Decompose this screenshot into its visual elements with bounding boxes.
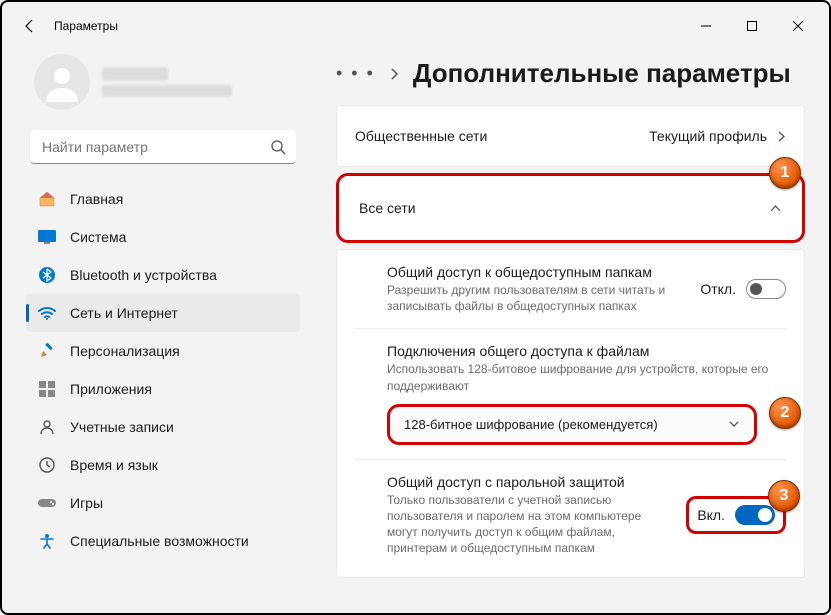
- user-email-blur: [102, 85, 232, 97]
- setting-title: Общий доступ к общедоступным папкам: [387, 264, 684, 280]
- back-button[interactable]: [10, 6, 50, 46]
- user-name-blur: [102, 67, 168, 81]
- sidebar-item-time[interactable]: Время и язык: [26, 446, 300, 484]
- sidebar-item-label: Главная: [70, 191, 123, 207]
- annotation-bubble-2: 2: [769, 397, 801, 429]
- chevron-up-icon: [769, 204, 782, 213]
- chevron-right-icon: [777, 130, 786, 143]
- annotation-bubble-1: 1: [769, 157, 801, 189]
- card-all-networks-body: Общий доступ к общедоступным папкам Разр…: [336, 249, 805, 578]
- titlebar: Параметры: [2, 2, 829, 50]
- network-icon: [38, 304, 56, 322]
- breadcrumb-overflow[interactable]: • • •: [336, 63, 375, 84]
- sidebar-item-gaming[interactable]: Игры: [26, 484, 300, 522]
- setting-file-sharing-encryption: Подключения общего доступа к файлам Испо…: [337, 329, 804, 458]
- search-box: [30, 130, 296, 164]
- system-icon: [38, 228, 56, 246]
- card-label: Все сети: [359, 200, 416, 216]
- sidebar-item-system[interactable]: Система: [26, 218, 300, 256]
- accounts-icon: [38, 418, 56, 436]
- setting-desc: Использовать 128-битовое шифрование для …: [387, 361, 786, 393]
- breadcrumb: • • • Дополнительные параметры: [336, 58, 805, 89]
- sidebar-item-label: Специальные возможности: [70, 533, 249, 549]
- bluetooth-icon: [38, 266, 56, 284]
- sidebar-nav: Главная Система Bluetooth и устройства С…: [26, 180, 300, 560]
- search-icon: [270, 139, 286, 155]
- sidebar-item-label: Игры: [70, 495, 103, 511]
- sidebar-item-label: Учетные записи: [70, 419, 174, 435]
- sidebar-item-bluetooth[interactable]: Bluetooth и устройства: [26, 256, 300, 294]
- sidebar-item-personalization[interactable]: Персонализация: [26, 332, 300, 370]
- accessibility-icon: [38, 532, 56, 550]
- sidebar-item-label: Сеть и Интернет: [70, 305, 178, 321]
- card-all-networks[interactable]: Все сети: [336, 173, 805, 243]
- chevron-right-icon: [389, 67, 399, 81]
- sidebar-item-label: Приложения: [70, 381, 152, 397]
- personalization-icon: [38, 342, 56, 360]
- minimize-button[interactable]: [683, 10, 729, 42]
- dropdown-selected: 128-битное шифрование (рекомендуется): [404, 417, 658, 432]
- gaming-icon: [38, 494, 56, 512]
- chevron-down-icon: [728, 420, 740, 428]
- sidebar-item-label: Bluetooth и устройства: [70, 267, 217, 283]
- home-icon: [38, 190, 56, 208]
- sidebar-item-label: Система: [70, 229, 126, 245]
- dropdown-encryption[interactable]: 128-битное шифрование (рекомендуется): [387, 404, 757, 445]
- setting-public-folder-sharing: Общий доступ к общедоступным папкам Разр…: [337, 250, 804, 328]
- time-icon: [38, 456, 56, 474]
- avatar: [34, 54, 90, 110]
- card-right-label: Текущий профиль: [649, 128, 767, 144]
- annotation-bubble-3: 3: [768, 480, 800, 512]
- toggle-password-protected-sharing[interactable]: [735, 505, 775, 525]
- apps-icon: [38, 380, 56, 398]
- main-content: • • • Дополнительные параметры Обществен…: [312, 50, 829, 613]
- sidebar: Главная Система Bluetooth и устройства С…: [2, 50, 312, 613]
- maximize-button[interactable]: [729, 10, 775, 42]
- setting-desc: Только пользователи с учетной записью по…: [387, 492, 670, 557]
- window-controls: [683, 10, 821, 42]
- sidebar-item-network[interactable]: Сеть и Интернет: [26, 294, 300, 332]
- sidebar-item-label: Время и язык: [70, 457, 158, 473]
- sidebar-item-accounts[interactable]: Учетные записи: [26, 408, 300, 446]
- setting-title: Подключения общего доступа к файлам: [387, 343, 786, 359]
- toggle-public-folder-sharing[interactable]: [746, 279, 786, 299]
- setting-desc: Разрешить другим пользователям в сети чи…: [387, 282, 684, 314]
- search-input[interactable]: [30, 130, 296, 164]
- window-title: Параметры: [54, 19, 118, 33]
- user-block[interactable]: [26, 50, 300, 126]
- card-public-networks[interactable]: Общественные сети Текущий профиль: [336, 105, 805, 167]
- setting-title: Общий доступ с парольной защитой: [387, 474, 670, 490]
- sidebar-item-accessibility[interactable]: Специальные возможности: [26, 522, 300, 560]
- card-label: Общественные сети: [355, 128, 487, 144]
- page-title: Дополнительные параметры: [413, 58, 791, 89]
- toggle-state-label: Откл.: [700, 281, 736, 297]
- user-info: [102, 67, 292, 97]
- toggle-state-label: Вкл.: [697, 507, 725, 523]
- sidebar-item-apps[interactable]: Приложения: [26, 370, 300, 408]
- setting-password-protected-sharing: Общий доступ с парольной защитой Только …: [337, 460, 804, 571]
- sidebar-item-label: Персонализация: [70, 343, 180, 359]
- sidebar-item-home[interactable]: Главная: [26, 180, 300, 218]
- close-button[interactable]: [775, 10, 821, 42]
